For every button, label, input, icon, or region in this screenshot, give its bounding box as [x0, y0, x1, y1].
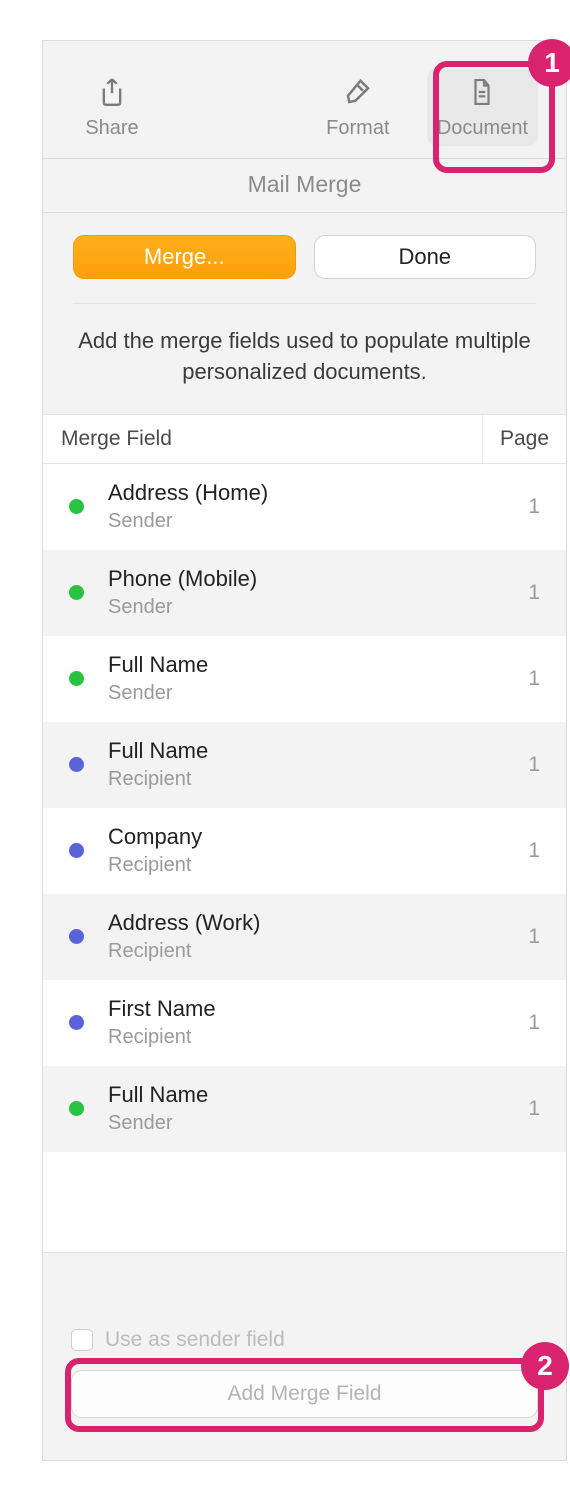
- field-row[interactable]: Full Name Sender1: [43, 1066, 566, 1152]
- field-role: Recipient: [108, 768, 496, 791]
- status-dot: [69, 1101, 84, 1116]
- field-role: Recipient: [108, 1026, 496, 1049]
- field-row[interactable]: First Name Recipient1: [43, 980, 566, 1066]
- page-number: 1: [496, 495, 566, 519]
- section-title: Mail Merge: [43, 158, 566, 213]
- sender-checkbox-label: Use as sender field: [105, 1328, 285, 1352]
- fields-list: Address (Home)Sender1Phone (Mobile)Sende…: [43, 464, 566, 1152]
- field-row[interactable]: Address (Work) Recipient1: [43, 894, 566, 980]
- field-role: Sender: [108, 596, 496, 619]
- share-icon: [96, 75, 128, 109]
- add-merge-field-button[interactable]: Add Merge Field: [71, 1370, 538, 1418]
- field-name: Address (Work): [108, 910, 496, 936]
- field-name: Full Name: [108, 1082, 496, 1108]
- field-text: Full Name Sender: [84, 1082, 496, 1135]
- field-name: Company: [108, 824, 496, 850]
- field-role: Sender: [108, 510, 496, 533]
- field-text: Company Recipient: [84, 824, 496, 877]
- field-name: Phone (Mobile): [108, 566, 496, 592]
- field-name: First Name: [108, 996, 496, 1022]
- status-dot: [69, 671, 84, 686]
- column-header-page[interactable]: Page: [482, 415, 566, 463]
- table-header: Merge Field Page: [43, 414, 566, 464]
- field-name: Full Name: [108, 652, 496, 678]
- help-text: Add the merge fields used to populate mu…: [43, 304, 566, 414]
- share-button[interactable]: Share: [67, 69, 157, 146]
- status-dot: [69, 585, 84, 600]
- field-row[interactable]: Full Name Sender1: [43, 636, 566, 722]
- field-text: First Name Recipient: [84, 996, 496, 1049]
- status-dot: [69, 1015, 84, 1030]
- field-row[interactable]: Address (Home) Sender1: [43, 464, 566, 550]
- toolbar: Share Format Document: [43, 41, 566, 158]
- page-number: 1: [496, 1097, 566, 1121]
- field-role: Sender: [108, 1112, 496, 1135]
- field-row[interactable]: Phone (Mobile) Sender1: [43, 550, 566, 636]
- paintbrush-icon: [342, 75, 374, 109]
- done-button[interactable]: Done: [314, 235, 537, 279]
- merge-button[interactable]: Merge...: [73, 235, 296, 279]
- inspector-panel: Share Format Document Mail Merge: [42, 40, 567, 1461]
- field-text: Full Name Recipient: [84, 738, 496, 791]
- document-button[interactable]: Document: [427, 69, 538, 146]
- footer: Use as sender field Add Merge Field 2: [43, 1328, 566, 1460]
- page-number: 1: [496, 581, 566, 605]
- page-number: 1: [496, 667, 566, 691]
- page-number: 1: [496, 925, 566, 949]
- format-button[interactable]: Format: [313, 69, 403, 146]
- field-row[interactable]: Company Recipient1: [43, 808, 566, 894]
- field-role: Recipient: [108, 854, 496, 877]
- sender-checkbox[interactable]: [71, 1329, 93, 1351]
- sender-field-row: Use as sender field: [71, 1328, 538, 1370]
- status-dot: [69, 757, 84, 772]
- list-bottom-gap: [43, 1252, 566, 1328]
- field-row[interactable]: Full Name Recipient1: [43, 722, 566, 808]
- field-name: Full Name: [108, 738, 496, 764]
- document-icon: [466, 75, 498, 109]
- column-header-field[interactable]: Merge Field: [43, 427, 482, 451]
- field-text: Address (Work) Recipient: [84, 910, 496, 963]
- field-text: Phone (Mobile) Sender: [84, 566, 496, 619]
- format-label: Format: [326, 117, 389, 140]
- field-role: Sender: [108, 682, 496, 705]
- field-text: Address (Home) Sender: [84, 480, 496, 533]
- document-label: Document: [437, 117, 528, 140]
- page-number: 1: [496, 1011, 566, 1035]
- field-role: Recipient: [108, 940, 496, 963]
- list-blank-area: [43, 1152, 566, 1252]
- status-dot: [69, 929, 84, 944]
- field-name: Address (Home): [108, 480, 496, 506]
- status-dot: [69, 843, 84, 858]
- page-number: 1: [496, 839, 566, 863]
- share-label: Share: [85, 117, 138, 140]
- buttons-row: Merge... Done: [43, 213, 566, 279]
- field-text: Full Name Sender: [84, 652, 496, 705]
- status-dot: [69, 499, 84, 514]
- page-number: 1: [496, 753, 566, 777]
